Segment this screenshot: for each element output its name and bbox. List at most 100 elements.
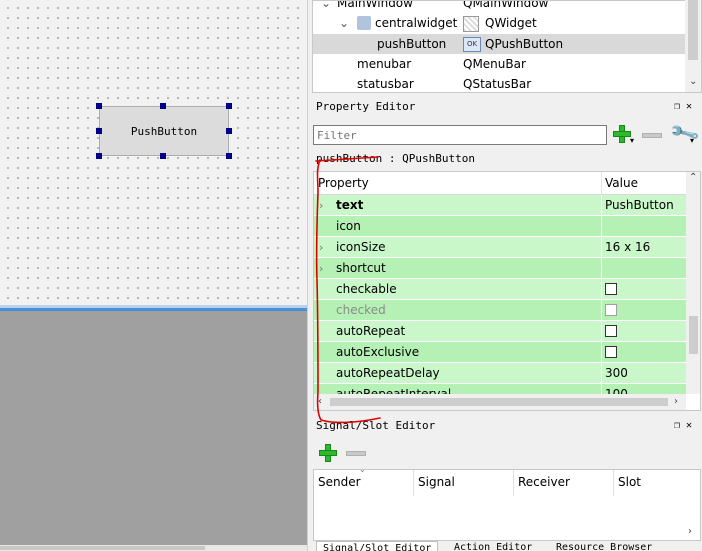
object-inspector-vscrollbar[interactable]: ⌄ — [685, 0, 701, 92]
pushbutton-label: PushButton — [130, 124, 198, 138]
property-name: icon — [336, 219, 361, 233]
bottom-tab-bar: Signal/Slot Editor Action Editor Resourc… — [312, 541, 702, 551]
tree-item-class: QStatusBar — [463, 77, 532, 91]
property-checkbox[interactable] — [605, 325, 617, 337]
tab-signal-slot-editor[interactable]: Signal/Slot Editor — [316, 541, 439, 551]
resize-handle-tl[interactable] — [96, 103, 102, 109]
tree-item-menubar[interactable]: menubar QMenuBar — [313, 54, 685, 74]
tree-item-mainwindow[interactable]: ⌄ MainWindow QMainWindow — [313, 0, 685, 13]
resize-handle-bl[interactable] — [96, 153, 102, 159]
property-row-shortcut[interactable]: › shortcut — [314, 258, 686, 279]
expand-arrow-icon[interactable]: › — [319, 237, 323, 258]
property-name: checkable — [336, 282, 397, 296]
property-name: checked — [336, 303, 386, 317]
scroll-down-icon[interactable]: ⌄ — [689, 76, 697, 87]
tree-item-name: statusbar — [357, 77, 414, 91]
tree-item-class: QMenuBar — [463, 57, 526, 71]
signal-slot-titlebar[interactable]: Signal/Slot Editor ❐✕ — [312, 417, 702, 435]
remove-icon[interactable] — [642, 133, 662, 138]
property-row-autorepeatdelay[interactable]: autoRepeatDelay 300 — [314, 363, 686, 384]
column-header-slot[interactable]: Slot — [618, 475, 641, 489]
property-value[interactable]: PushButton — [605, 195, 674, 216]
tree-item-name: pushButton — [377, 37, 447, 51]
close-icon[interactable]: ✕ — [686, 420, 698, 431]
dock-title: Signal/Slot Editor — [316, 419, 436, 432]
property-checkbox — [605, 304, 617, 316]
chevron-down-icon[interactable]: ▾ — [630, 136, 634, 145]
property-table[interactable]: Property Value › text PushButton icon › … — [313, 171, 701, 411]
resize-handle-tr[interactable] — [226, 103, 232, 109]
sort-indicator-icon: ⌄ — [359, 465, 366, 474]
property-name: text — [336, 198, 364, 212]
widget-icon — [463, 16, 479, 32]
add-connection-icon[interactable] — [319, 444, 337, 462]
resize-handle-b[interactable] — [160, 153, 166, 159]
column-header-value[interactable]: Value — [605, 176, 638, 190]
expand-arrow-icon[interactable]: ⌄ — [339, 13, 349, 33]
designer-hscrollbar[interactable] — [0, 545, 307, 551]
property-name: autoRepeatDelay — [336, 366, 440, 380]
property-vscrollbar[interactable]: ⌃ — [686, 172, 700, 394]
resize-handle-r[interactable] — [226, 128, 232, 134]
tab-resource-browser[interactable]: Resource Browser — [550, 541, 658, 551]
dock-title: Property Editor — [316, 100, 416, 113]
property-name: iconSize — [336, 240, 386, 254]
column-header-signal[interactable]: Signal — [418, 475, 455, 489]
tree-item-name: menubar — [357, 57, 412, 71]
add-icon[interactable] — [613, 125, 631, 143]
property-row-autoexclusive[interactable]: autoExclusive — [314, 342, 686, 363]
resize-handle-l[interactable] — [96, 128, 102, 134]
property-row-autorepeat[interactable]: autoRepeat — [314, 321, 686, 342]
property-row-checked: checked — [314, 300, 686, 321]
tree-item-centralwidget[interactable]: ⌄ centralwidget QWidget — [313, 13, 685, 33]
scroll-left-icon[interactable]: ‹ — [318, 396, 322, 407]
pushbutton-icon: OK — [463, 37, 481, 52]
property-value[interactable]: 16 x 16 — [605, 237, 650, 258]
scroll-right-icon[interactable]: › — [674, 396, 678, 407]
property-filter-input[interactable] — [313, 125, 607, 145]
object-inspector-tree[interactable]: ⌄ MainWindow QMainWindow ⌄ centralwidget… — [312, 0, 702, 93]
chevron-down-icon[interactable]: ▾ — [690, 136, 694, 145]
widget-icon — [357, 16, 371, 30]
property-table-header: Property Value — [314, 172, 686, 195]
tree-item-class: QPushButton — [485, 37, 564, 51]
column-header-sender[interactable]: Sender — [318, 475, 361, 489]
column-header-property[interactable]: Property — [318, 176, 369, 190]
expand-arrow-icon[interactable]: ⌄ — [321, 1, 331, 13]
tree-item-pushbutton[interactable]: pushButton OK QPushButton — [313, 34, 685, 54]
property-checkbox[interactable] — [605, 346, 617, 358]
expand-arrow-icon[interactable]: › — [319, 195, 323, 216]
resize-handle-br[interactable] — [226, 153, 232, 159]
tree-item-class: QMainWindow — [463, 0, 549, 10]
property-editor-titlebar[interactable]: Property Editor ❐✕ — [312, 98, 702, 116]
property-name: shortcut — [336, 261, 386, 275]
expand-arrow-icon[interactable]: › — [319, 258, 323, 279]
tab-action-editor[interactable]: Action Editor — [448, 541, 538, 551]
signal-slot-table[interactable]: Sender ⌄ Signal Receiver Slot › — [313, 465, 701, 541]
float-icon[interactable]: ❐ — [674, 101, 686, 112]
property-row-iconsize[interactable]: › iconSize 16 x 16 — [314, 237, 686, 258]
property-row-icon[interactable]: icon — [314, 216, 686, 237]
property-name: autoExclusive — [336, 345, 420, 359]
float-icon[interactable]: ❐ — [674, 420, 686, 431]
tree-item-class: QWidget — [485, 16, 537, 30]
tree-item-name: centralwidget — [375, 16, 458, 30]
resize-handle-t[interactable] — [160, 103, 166, 109]
wrench-icon[interactable]: 🔧 — [668, 116, 702, 149]
property-row-checkable[interactable]: checkable — [314, 279, 686, 300]
property-checkbox[interactable] — [605, 283, 617, 295]
close-icon[interactable]: ✕ — [686, 101, 698, 112]
pushbutton-widget[interactable]: PushButton — [99, 106, 229, 156]
property-name: autoRepeat — [336, 324, 406, 338]
tree-item-name: MainWindow — [337, 0, 413, 10]
tree-item-statusbar[interactable]: statusbar QStatusBar — [313, 74, 685, 92]
property-hscrollbar[interactable]: ‹ › — [314, 394, 686, 410]
column-header-receiver[interactable]: Receiver — [518, 475, 570, 489]
mdi-background — [0, 311, 307, 545]
scroll-up-icon[interactable]: ⌃ — [689, 172, 697, 183]
property-value[interactable]: 300 — [605, 363, 628, 384]
remove-connection-icon[interactable] — [346, 451, 366, 456]
selected-object-label: pushButton : QPushButton — [316, 152, 475, 165]
scroll-right-icon[interactable]: › — [688, 526, 692, 537]
property-row-text[interactable]: › text PushButton — [314, 195, 686, 216]
